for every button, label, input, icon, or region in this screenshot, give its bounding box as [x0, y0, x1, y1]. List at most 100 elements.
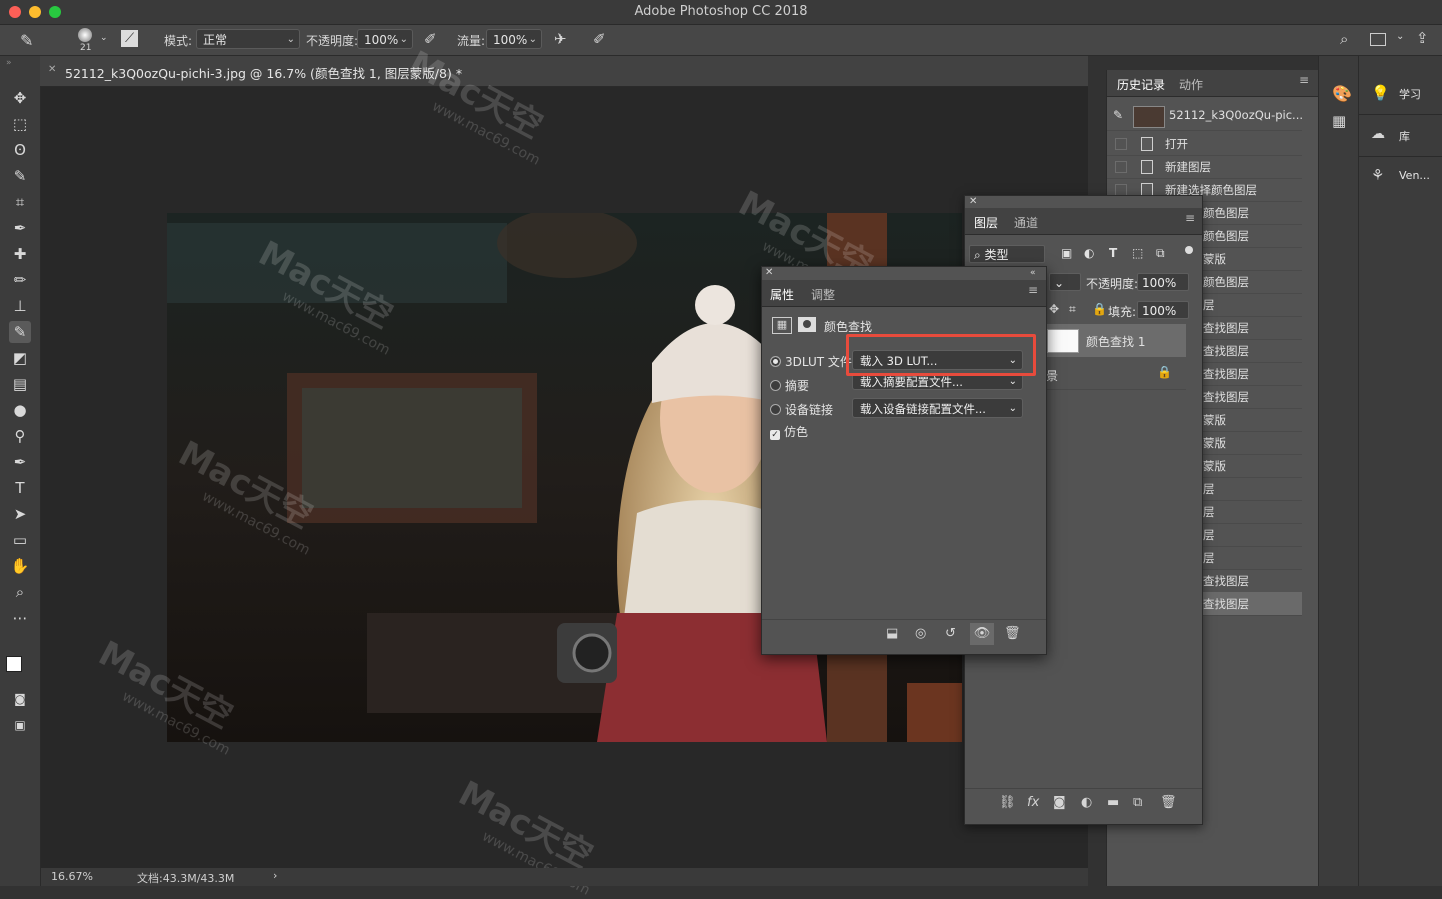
- lock-position-icon[interactable]: ✥: [1049, 302, 1059, 316]
- option-abstract[interactable]: 摘要: [770, 377, 809, 394]
- tab-history[interactable]: 历史记录: [1117, 76, 1165, 93]
- search-icon[interactable]: ⌕: [1340, 30, 1348, 48]
- reset-icon[interactable]: ↺: [945, 626, 956, 641]
- hand-tool-icon[interactable]: ✋: [9, 555, 31, 577]
- collapse-icon[interactable]: »: [6, 58, 12, 68]
- new-layer-icon[interactable]: ⧉: [1133, 795, 1142, 810]
- libraries-label[interactable]: 库: [1399, 128, 1410, 144]
- foreground-color-swatch[interactable]: [6, 656, 22, 672]
- history-item[interactable]: 新建图层: [1107, 155, 1302, 179]
- zoom-tool-icon[interactable]: ⌕: [9, 581, 31, 603]
- lasso-tool-icon[interactable]: ʘ: [9, 139, 31, 161]
- tab-properties[interactable]: 属性: [770, 286, 794, 303]
- panel-menu-icon[interactable]: ≡: [1299, 73, 1309, 87]
- layer-name[interactable]: 颜色查找 1: [1086, 333, 1145, 350]
- marquee-tool-icon[interactable]: ⬚: [9, 113, 31, 135]
- history-item[interactable]: 打开: [1107, 132, 1302, 156]
- filter-pixel-icon[interactable]: ▣: [1061, 246, 1072, 260]
- tab-layers[interactable]: 图层: [974, 214, 998, 231]
- flow-field[interactable]: 100% ⌄: [486, 29, 542, 49]
- stamp-tool-icon[interactable]: ⊥: [9, 295, 31, 317]
- panel-menu-icon[interactable]: ≡: [1185, 211, 1195, 225]
- share-icon[interactable]: ⇪: [1416, 29, 1429, 47]
- clip-to-layer-icon[interactable]: ⬓: [886, 626, 898, 641]
- healing-brush-tool-icon[interactable]: ✚: [9, 243, 31, 265]
- gradient-tool-icon[interactable]: ▤: [9, 373, 31, 395]
- collapse-icon[interactable]: «: [1030, 268, 1036, 278]
- filter-type-icon[interactable]: T: [1109, 246, 1117, 260]
- delete-layer-icon[interactable]: 🗑: [1160, 795, 1177, 810]
- fx-icon[interactable]: fx: [1027, 795, 1039, 810]
- view-previous-icon[interactable]: ◎: [915, 626, 926, 641]
- history-brush-tool-icon[interactable]: ✎: [9, 321, 31, 343]
- mask-icon[interactable]: [798, 317, 816, 332]
- filter-smart-object-icon[interactable]: ⧉: [1156, 246, 1165, 261]
- layer-row-background[interactable]: 景 🔒: [1045, 359, 1186, 390]
- chevron-down-icon[interactable]: ⌄: [1396, 31, 1404, 42]
- learn-label[interactable]: 学习: [1399, 86, 1421, 102]
- brush-tool-icon[interactable]: ✎: [20, 31, 33, 50]
- layer-opacity-field[interactable]: 100%: [1137, 273, 1189, 291]
- pen-tool-icon[interactable]: ✒: [9, 451, 31, 473]
- lock-all-icon[interactable]: 🔒: [1092, 302, 1107, 316]
- device-link-select[interactable]: 载入设备链接配置文件... ⌄: [852, 398, 1023, 418]
- layer-fill-field[interactable]: 100%: [1137, 301, 1189, 319]
- color-panel-icon[interactable]: 🎨: [1332, 84, 1352, 103]
- pressure-opacity-icon[interactable]: ✐: [424, 30, 437, 48]
- pressure-size-icon[interactable]: ✐: [593, 30, 606, 48]
- rectangle-tool-icon[interactable]: ▭: [9, 529, 31, 551]
- visibility-icon[interactable]: 👁: [970, 623, 994, 645]
- filter-adjustment-icon[interactable]: ◐: [1084, 246, 1094, 260]
- chevron-right-icon[interactable]: ›: [273, 869, 277, 882]
- radio-3dlut[interactable]: [770, 356, 781, 367]
- new-adjustment-icon[interactable]: ◐: [1081, 795, 1092, 810]
- filter-toggle-icon[interactable]: [1185, 246, 1193, 254]
- link-layers-icon[interactable]: ⛓: [999, 795, 1016, 810]
- eraser-tool-icon[interactable]: ◩: [9, 347, 31, 369]
- filter-shape-icon[interactable]: ⬚: [1132, 246, 1143, 260]
- layer-filter-select[interactable]: ⌕ 类型: [969, 245, 1045, 263]
- dodge-tool-icon[interactable]: ⚲: [9, 425, 31, 447]
- dither-checkbox[interactable]: ✓ 仿色: [770, 423, 808, 440]
- history-source-checkbox[interactable]: [1115, 138, 1127, 150]
- path-select-tool-icon[interactable]: ➤: [9, 503, 31, 525]
- layer-row-color-lookup[interactable]: 颜色查找 1: [1045, 324, 1186, 357]
- type-tool-icon[interactable]: T: [9, 477, 31, 499]
- close-panel-icon[interactable]: ✕: [969, 196, 977, 207]
- lock-artboard-icon[interactable]: ⌗: [1069, 302, 1076, 317]
- tab-adjustments[interactable]: 调整: [811, 286, 835, 303]
- delete-adjustment-icon[interactable]: 🗑: [1004, 626, 1021, 641]
- crop-tool-icon[interactable]: ⌗: [9, 191, 31, 213]
- check-icon[interactable]: ✓: [770, 430, 780, 440]
- document-tab[interactable]: 52112_k3Q0ozQu-pichi-3.jpg @ 16.7% (颜色查找…: [65, 63, 462, 82]
- layer-mask-thumbnail[interactable]: [1047, 329, 1079, 353]
- blend-mode-select[interactable]: ⌄: [1049, 273, 1081, 291]
- brush-tool-icon[interactable]: ✏: [9, 269, 31, 291]
- blur-tool-icon[interactable]: ●: [9, 399, 31, 421]
- vendor-label[interactable]: Ven...: [1399, 169, 1430, 182]
- abstract-select[interactable]: 载入摘要配置文件... ⌄: [852, 374, 1023, 390]
- move-tool-icon[interactable]: ✥: [9, 87, 31, 109]
- vendor-icon[interactable]: ⚘: [1371, 166, 1384, 184]
- close-panel-icon[interactable]: ✕: [765, 267, 773, 278]
- close-tab-icon[interactable]: ✕: [48, 64, 56, 75]
- radio-abstract[interactable]: [770, 380, 781, 391]
- more-tools-icon[interactable]: ⋯: [9, 607, 31, 629]
- opacity-field[interactable]: 100% ⌄: [357, 29, 413, 49]
- tab-channels[interactable]: 通道: [1014, 214, 1038, 231]
- new-group-icon[interactable]: ▬: [1107, 795, 1119, 810]
- eyedropper-tool-icon[interactable]: ✒: [9, 217, 31, 239]
- screen-mode-icon[interactable]: ▣: [9, 714, 31, 736]
- tab-actions[interactable]: 动作: [1179, 76, 1203, 93]
- history-snapshot[interactable]: ✎ 52112_k3Q0ozQu-pic...: [1107, 102, 1303, 131]
- chevron-down-icon[interactable]: ⌄: [100, 33, 108, 43]
- mode-select[interactable]: 正常 ⌄: [196, 29, 300, 49]
- workspace-icon[interactable]: [1370, 33, 1386, 46]
- history-source-checkbox[interactable]: [1115, 161, 1127, 173]
- option-device-link[interactable]: 设备链接: [770, 401, 833, 418]
- radio-device-link[interactable]: [770, 404, 781, 415]
- quick-select-tool-icon[interactable]: ✎: [9, 165, 31, 187]
- quick-mask-icon[interactable]: ◙: [9, 688, 31, 710]
- libraries-icon[interactable]: ☁: [1371, 126, 1385, 142]
- lightbulb-icon[interactable]: 💡: [1371, 84, 1390, 102]
